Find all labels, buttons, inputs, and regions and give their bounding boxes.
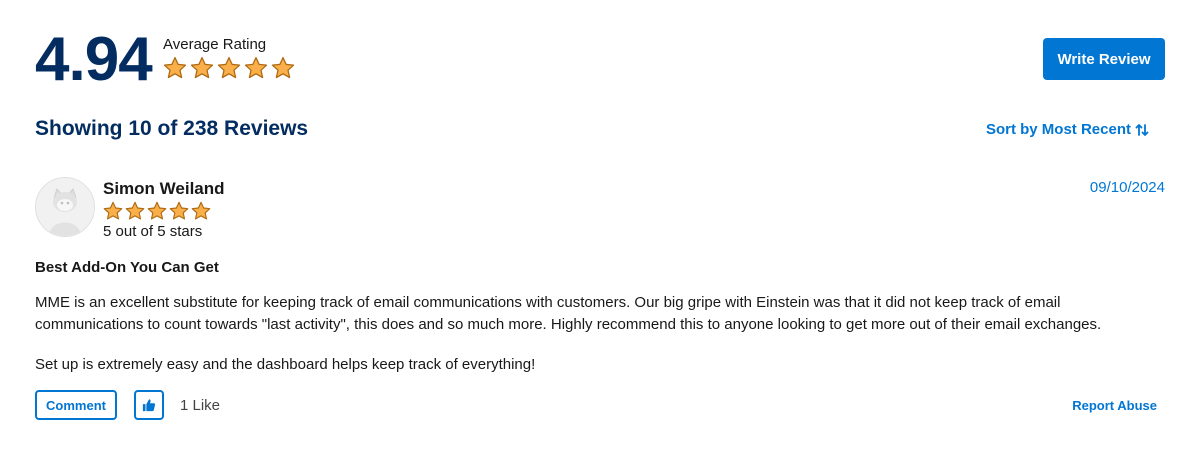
review-stars xyxy=(103,201,211,221)
report-abuse-link[interactable]: Report Abuse xyxy=(1072,398,1157,413)
review-paragraph: MME is an excellent substitute for keepi… xyxy=(35,294,1102,333)
like-count: 1 Like xyxy=(180,397,221,414)
review-paragraph: Set up is extremely easy and the dashboa… xyxy=(35,356,536,373)
star-icon xyxy=(244,56,268,79)
star-icon xyxy=(103,201,123,220)
review-count-heading: Showing 10 of 238 Reviews xyxy=(35,117,309,140)
comment-button[interactable]: Comment xyxy=(35,390,117,420)
review-stars-text: 5 out of 5 stars xyxy=(103,223,203,240)
write-review-button[interactable]: Write Review xyxy=(1043,38,1165,80)
sort-label: Sort by Most Recent xyxy=(985,121,1131,138)
star-icon xyxy=(191,201,211,220)
thumbs-up-icon xyxy=(142,399,156,412)
sort-arrows-icon xyxy=(1135,123,1149,136)
star-icon xyxy=(147,201,167,220)
review-body: MME is an excellent substitute for keepi… xyxy=(35,292,1165,394)
star-icon xyxy=(163,56,187,79)
reviewer-avatar xyxy=(35,177,95,237)
average-rating-value: 4.94 xyxy=(35,25,153,94)
sort-dropdown[interactable]: Sort by Most Recent xyxy=(986,121,1150,138)
average-rating-stars xyxy=(163,56,295,80)
reviewer-name: Simon Weiland xyxy=(103,179,225,198)
star-icon xyxy=(125,201,145,220)
like-button[interactable] xyxy=(134,390,164,420)
star-icon xyxy=(190,56,214,79)
star-icon xyxy=(217,56,241,79)
review-title: Best Add-On You Can Get xyxy=(35,259,219,276)
star-icon xyxy=(169,201,189,220)
review-date: 09/10/2024 xyxy=(1089,179,1165,196)
star-icon xyxy=(271,56,295,79)
default-avatar-icon xyxy=(36,178,94,236)
average-rating-label: Average Rating xyxy=(163,36,267,53)
